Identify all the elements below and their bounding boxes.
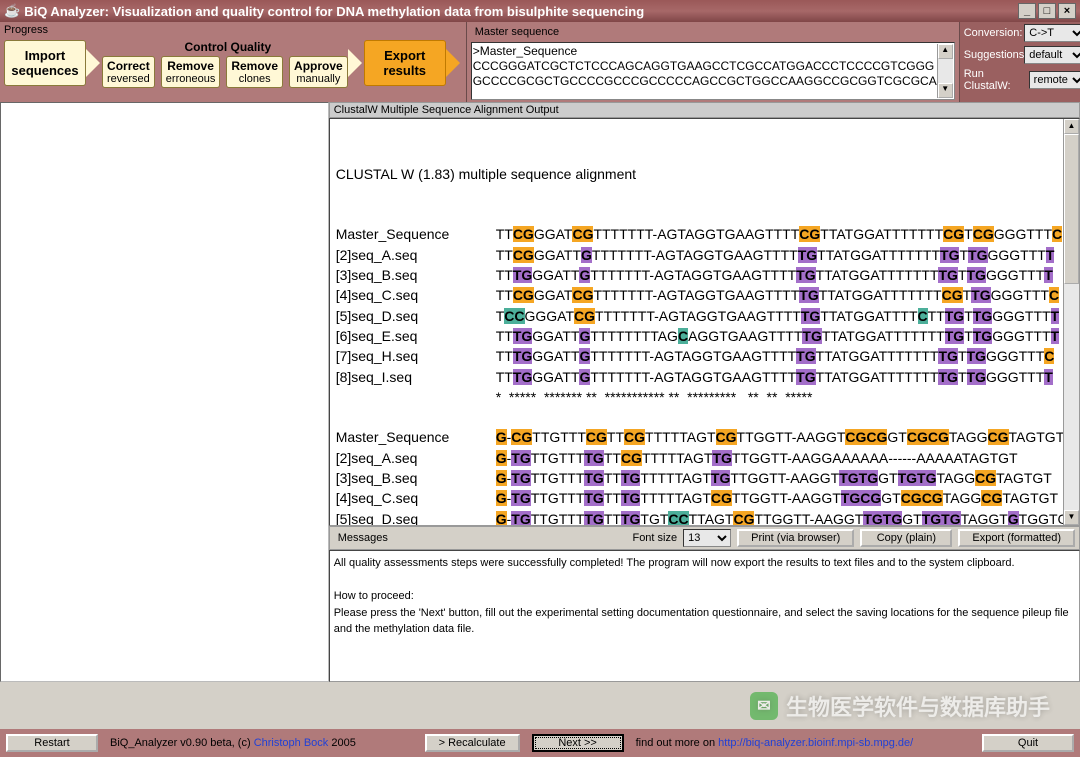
step-correct-reversed[interactable]: Correctreversed [102, 56, 155, 88]
window-title: BiQ Analyzer: Visualization and quality … [24, 4, 644, 19]
conversion-select[interactable]: C->T [1024, 24, 1080, 42]
minimize-button[interactable]: _ [1018, 3, 1036, 19]
window-titlebar: ☕ BiQ Analyzer: Visualization and qualit… [0, 0, 1080, 22]
recalculate-button[interactable]: > Recalculate [425, 734, 520, 752]
options-panel: Conversion:C->T Suggestionsdefault Run C… [960, 22, 1080, 102]
suggestions-select[interactable]: default [1024, 46, 1080, 64]
export-formatted-button[interactable]: Export (formatted) [958, 529, 1075, 547]
app-icon: ☕ [4, 3, 20, 19]
restart-button[interactable]: Restart [6, 734, 98, 752]
more-info-text: find out more on http://biq-analyzer.bio… [636, 737, 914, 749]
messages-box: All quality assessments steps were succe… [329, 550, 1080, 682]
site-link[interactable]: http://biq-analyzer.bioinf.mpi-sb.mpg.de… [718, 737, 913, 749]
master-sequence-textarea[interactable]: >Master_Sequence CCCGGGATCGCTCTCCCAGCAGG… [471, 42, 955, 100]
master-scrollbar[interactable]: ▲▼ [937, 44, 953, 98]
wechat-icon: ✉ [750, 692, 778, 720]
conversion-label: Conversion: [964, 27, 1023, 39]
alignment-header: ClustalW Multiple Sequence Alignment Out… [329, 102, 1080, 118]
copy-button[interactable]: Copy (plain) [860, 529, 952, 547]
clustalw-label: Run ClustalW: [964, 68, 1029, 92]
footer-bar: Restart BiQ_Analyzer v0.90 beta, (c) Chr… [0, 729, 1080, 757]
close-button[interactable]: × [1058, 3, 1076, 19]
wizard-steps: Import sequences Control Quality Correct… [0, 40, 466, 90]
fontsize-select[interactable]: 13 [683, 529, 731, 547]
progress-label: Progress [0, 22, 466, 40]
left-panel [0, 102, 329, 682]
author-link[interactable]: Christoph Bock [254, 737, 329, 749]
quit-button[interactable]: Quit [982, 734, 1074, 752]
alignment-output[interactable]: CLUSTAL W (1.83) multiple sequence align… [329, 118, 1080, 526]
print-button[interactable]: Print (via browser) [737, 529, 854, 547]
maximize-button[interactable]: □ [1038, 3, 1056, 19]
top-band: Progress Import sequences Control Qualit… [0, 22, 1080, 102]
step-import[interactable]: Import sequences [4, 40, 86, 86]
credit-text: BiQ_Analyzer v0.90 beta, (c) Christoph B… [110, 737, 356, 749]
next-button[interactable]: Next >> [532, 734, 624, 752]
clustalw-select[interactable]: remote [1029, 71, 1080, 89]
alignment-scrollbar[interactable]: ▲▼ [1063, 119, 1079, 525]
step-export[interactable]: Export results [364, 40, 446, 86]
watermark: ✉ 生物医学软件与数据库助手 [750, 690, 1050, 722]
control-quality-title: Control Quality [102, 40, 354, 54]
step-approve-manually[interactable]: Approvemanually [289, 56, 348, 88]
step-remove-clones[interactable]: Removeclones [226, 56, 283, 88]
fontsize-label: Font size [632, 532, 677, 544]
alignment-toolbar: Messages Font size 13 Print (via browser… [329, 526, 1080, 550]
master-label: Master sequence [471, 24, 955, 42]
messages-header: Messages [334, 531, 392, 545]
suggestions-label: Suggestions [964, 49, 1025, 61]
step-remove-erroneous[interactable]: Removeerroneous [161, 56, 221, 88]
